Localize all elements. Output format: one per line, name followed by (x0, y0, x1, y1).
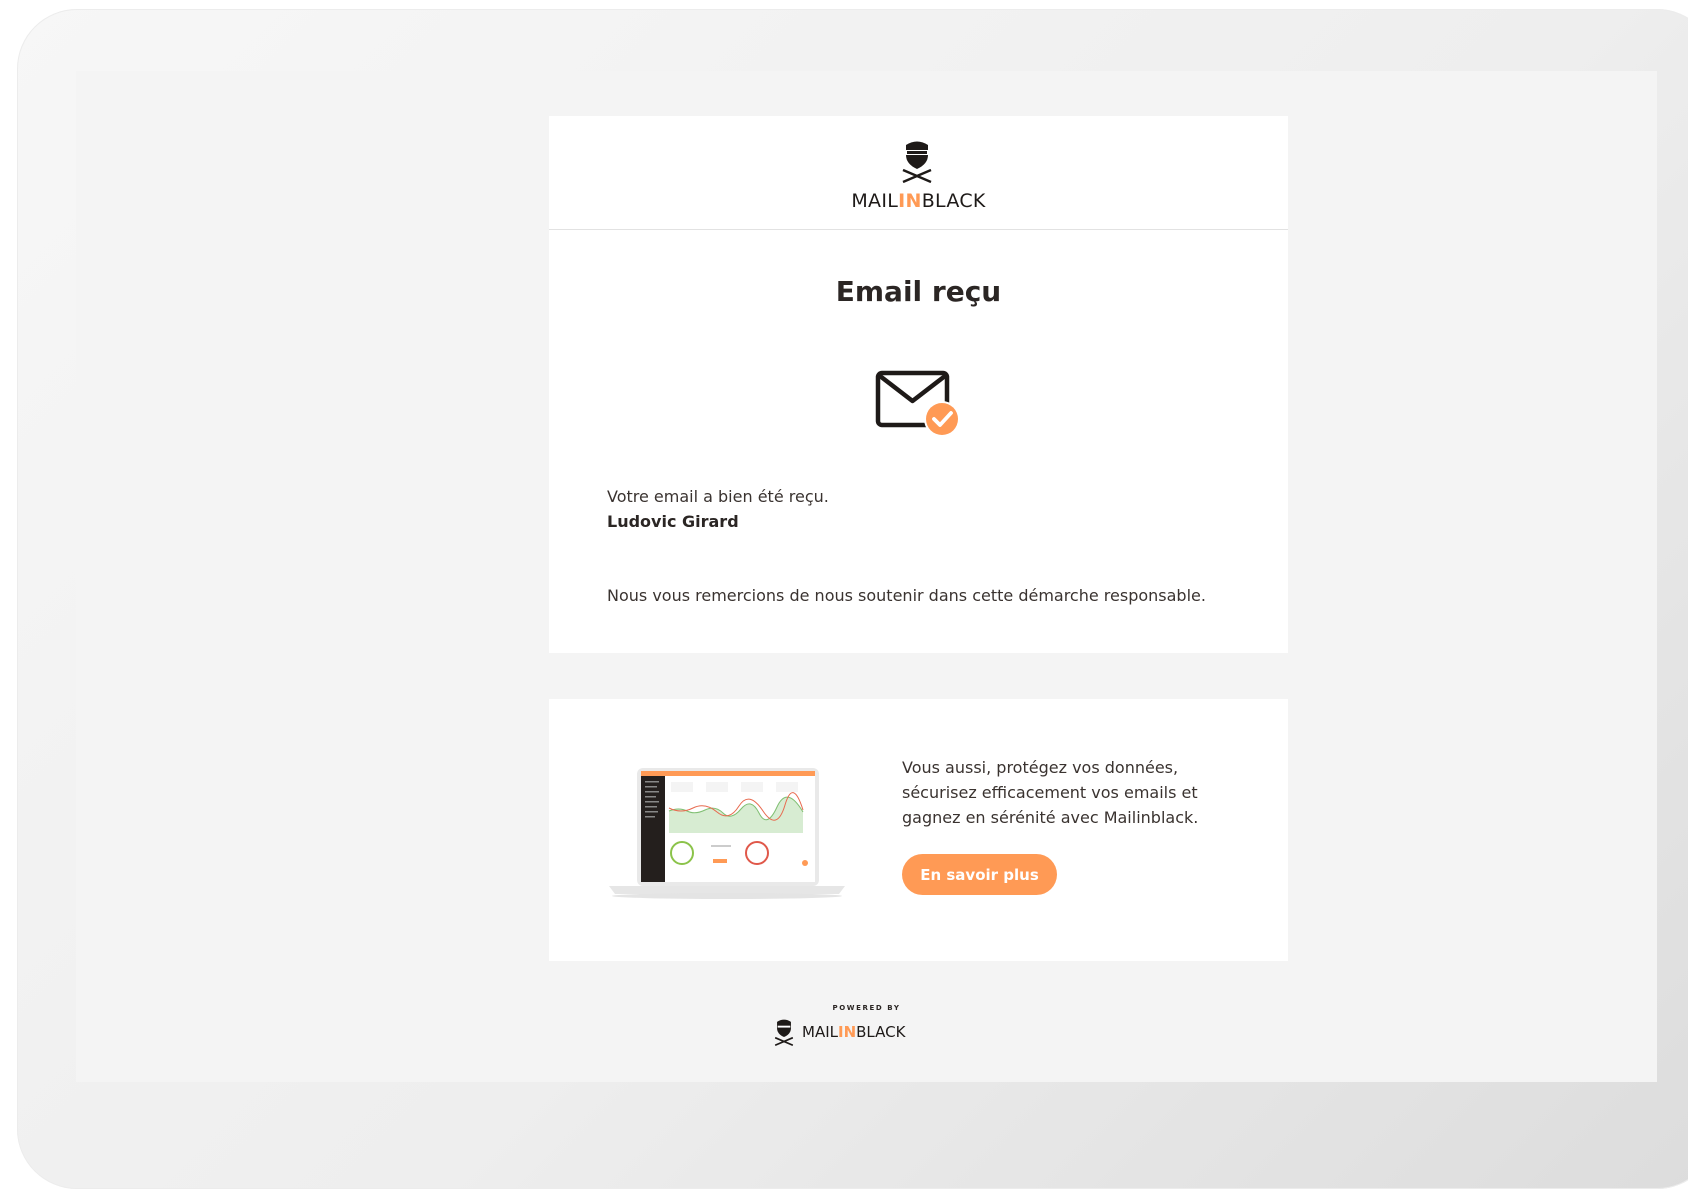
envelope-check-icon (875, 370, 960, 437)
page-title: Email reçu (835, 275, 1002, 308)
sender-name: Ludovic Girard (607, 512, 739, 531)
promo-card: Vous aussi, protégez vos données, sécuri… (549, 699, 1288, 961)
confirmation-card: MAILINBLACK Email reçu Votre email a bie… (549, 116, 1288, 653)
laptop-dashboard-illustration (609, 768, 845, 899)
footer-wordmark: MAILINBLACK (802, 1023, 906, 1041)
learn-more-button[interactable]: En savoir plus (902, 854, 1057, 895)
promo-text: Vous aussi, protégez vos données, sécuri… (902, 758, 1199, 827)
pirate-mask-icon (774, 1019, 794, 1046)
footer-brand: MAILINBLACK (772, 1018, 905, 1046)
brand-wordmark: MAILINBLACK (851, 190, 986, 212)
received-message: Votre email a bien été reçu. (607, 487, 829, 506)
email-viewport: MAILINBLACK Email reçu Votre email a bie… (76, 71, 1657, 1082)
email-header: MAILINBLACK (549, 116, 1288, 230)
thanks-message: Nous vous remercions de nous soutenir da… (607, 586, 1206, 605)
powered-by-label: POWERED BY (832, 1004, 901, 1012)
device-frame: MAILINBLACK Email reçu Votre email a bie… (17, 9, 1688, 1189)
pirate-mask-icon (902, 141, 932, 183)
